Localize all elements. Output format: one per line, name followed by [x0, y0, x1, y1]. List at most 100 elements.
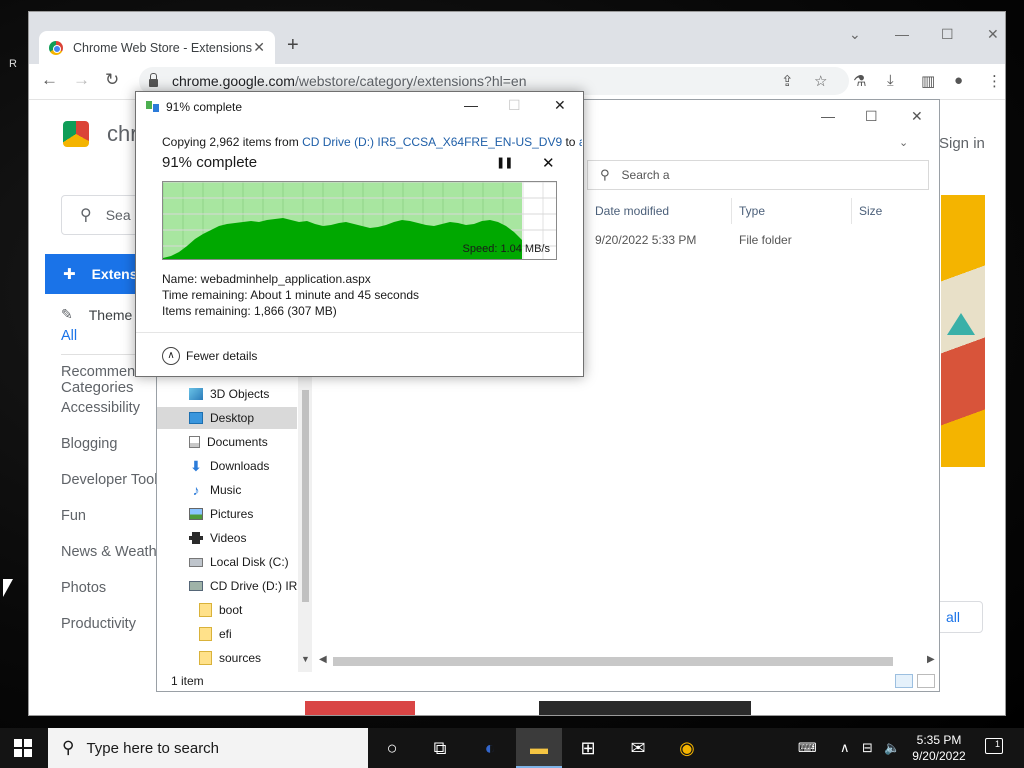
tab-chrome-web-store[interactable]: Chrome Web Store - Extensions ✕ [39, 31, 275, 64]
pause-button[interactable]: ❚❚ [496, 156, 513, 169]
chrome-icon[interactable]: ◉ [675, 736, 699, 760]
network-icon[interactable]: ⊟ [862, 740, 873, 756]
large-icons-view-icon[interactable] [917, 674, 935, 688]
maximize-button[interactable]: ☐ [865, 108, 878, 125]
nav-item[interactable]: ♪ Music [157, 479, 297, 501]
profile-avatar-icon[interactable]: ● [954, 72, 963, 89]
category-item[interactable]: All [61, 328, 77, 344]
chevron-down-icon[interactable]: ⌄ [849, 26, 861, 43]
category-item[interactable]: Developer Tool [61, 472, 157, 488]
nav-item[interactable]: Videos [157, 527, 297, 549]
bookmark-star-icon[interactable]: ☆ [814, 72, 827, 90]
reload-icon[interactable]: ↻ [105, 70, 119, 90]
copy-prefix: Copying 2,962 items from [162, 135, 303, 149]
row-type[interactable]: File folder [739, 233, 792, 247]
clock[interactable]: 5:35 PM 9/20/2022 [906, 732, 972, 764]
scroll-right-icon[interactable]: ▶ [927, 654, 935, 665]
forward-arrow-icon[interactable]: → [73, 70, 90, 90]
category-item[interactable]: Fun [61, 508, 86, 524]
column-type[interactable]: Type [739, 204, 765, 218]
close-button[interactable]: ✕ [554, 97, 566, 114]
nav-item[interactable]: CD Drive (D:) IR5 [157, 575, 297, 597]
url-text: chrome.google.com/webstore/category/exte… [172, 73, 527, 89]
nav-item[interactable]: 3D Objects [157, 383, 297, 405]
details-view-icon[interactable] [895, 674, 913, 688]
keyboard-icon[interactable]: ⌨ [798, 740, 817, 756]
scroll-thumb[interactable] [333, 657, 893, 666]
destination-link[interactable]: a [579, 135, 582, 149]
nav-item[interactable]: Local Disk (C:) [157, 551, 297, 573]
download-icon[interactable]: ⤓ [887, 72, 894, 89]
tab-close-icon[interactable]: ✕ [253, 39, 265, 56]
new-tab-button[interactable]: + [287, 34, 299, 57]
row-date[interactable]: 9/20/2022 5:33 PM [595, 233, 696, 247]
cortana-icon[interactable]: ○ [380, 736, 404, 760]
banner-art [947, 313, 975, 335]
folder-icon: ▬ [530, 738, 548, 758]
dialog-title: 91% complete [166, 100, 243, 114]
see-all-button[interactable]: all [935, 601, 983, 633]
status-item-count: 1 item [171, 674, 204, 688]
nav-item-label: sources [219, 651, 262, 665]
labs-flask-icon[interactable]: ⚗ [853, 72, 866, 90]
source-link[interactable]: CD Drive (D:) IR5_CCSA_X64FRE_EN-US_DV9 [302, 135, 562, 149]
category-item[interactable]: Blogging [61, 436, 117, 452]
nav-item[interactable]: Desktop [157, 407, 297, 429]
explorer-search-input[interactable]: ⚲ Search a [587, 160, 929, 190]
scroll-thumb[interactable] [302, 390, 309, 602]
column-date-modified[interactable]: Date modified [595, 204, 669, 218]
scroll-left-icon[interactable]: ◀ [319, 654, 327, 665]
copy-summary: Copying 2,962 items from CD Drive (D:) I… [162, 135, 582, 149]
maximize-button[interactable]: ☐ [941, 26, 954, 43]
back-arrow-icon[interactable]: ← [41, 70, 58, 90]
cancel-button[interactable]: ✕ [542, 154, 555, 172]
featured-banner[interactable] [941, 195, 985, 467]
taskbar-search-input[interactable]: ⚲ Type here to search [48, 728, 368, 768]
horizontal-scrollbar[interactable]: ◀ ▶ [317, 654, 937, 668]
category-item[interactable]: Productivity [61, 616, 136, 632]
column-separator[interactable] [851, 198, 852, 224]
category-item[interactable]: News & Weath [61, 544, 157, 560]
search-icon: ⚲ [600, 167, 610, 182]
nav-item[interactable]: Pictures [157, 503, 297, 525]
nav-item[interactable]: efi [157, 623, 297, 645]
close-button[interactable]: ✕ [987, 26, 999, 43]
sign-in-link[interactable]: Sign in [939, 135, 985, 152]
task-view-icon[interactable]: ⧉ [428, 736, 452, 760]
minimize-button[interactable]: — [821, 108, 835, 124]
windows-start-icon[interactable] [14, 739, 32, 757]
volume-muted-icon[interactable]: 🔈 [884, 740, 900, 756]
fewer-details-button[interactable]: ∧ Fewer details [162, 347, 257, 365]
extension-thumbnail[interactable] [539, 701, 751, 715]
copy-progress-dialog: 91% complete — ☐ ✕ Copying 2,962 items f… [135, 91, 584, 377]
column-size[interactable]: Size [859, 204, 882, 218]
lock-icon [149, 73, 158, 87]
chevron-up-icon: ∧ [162, 347, 180, 365]
nav-item[interactable]: boot [157, 599, 297, 621]
sidebar-item-themes[interactable]: ✎ Theme [61, 306, 132, 323]
close-button[interactable]: ✕ [911, 108, 923, 125]
3d-objects-icon [189, 388, 203, 400]
column-separator[interactable] [731, 198, 732, 224]
edge-icon[interactable]: ◐ [478, 736, 502, 760]
nav-item[interactable]: sources [157, 647, 297, 669]
nav-item-label: boot [219, 603, 243, 617]
chevron-up-icon[interactable]: ∧ [840, 740, 850, 756]
kebab-menu-icon[interactable]: ⋮ [987, 72, 1002, 90]
nav-item[interactable]: Documents [157, 431, 297, 453]
category-item[interactable]: Photos [61, 580, 106, 596]
minimize-button[interactable]: — [464, 97, 478, 113]
search-placeholder: Type here to search [86, 739, 220, 757]
mail-icon[interactable]: ✉ [626, 736, 650, 760]
extension-thumbnail[interactable] [305, 701, 415, 715]
category-item[interactable]: Accessibility [61, 400, 140, 416]
scroll-down-icon[interactable]: ▼ [299, 654, 312, 664]
side-panel-icon[interactable]: ▥ [921, 72, 935, 90]
nav-item[interactable]: ⬇ Downloads [157, 455, 297, 477]
expand-ribbon-icon[interactable]: ⌄ [899, 136, 908, 149]
minimize-button[interactable]: — [895, 26, 909, 42]
share-icon[interactable]: ⇪ [781, 72, 794, 90]
file-explorer-taskbar-button[interactable]: ▬ [516, 728, 562, 768]
notification-center-icon[interactable]: 1 [985, 738, 1003, 754]
store-icon[interactable]: ⊞ [576, 736, 600, 760]
